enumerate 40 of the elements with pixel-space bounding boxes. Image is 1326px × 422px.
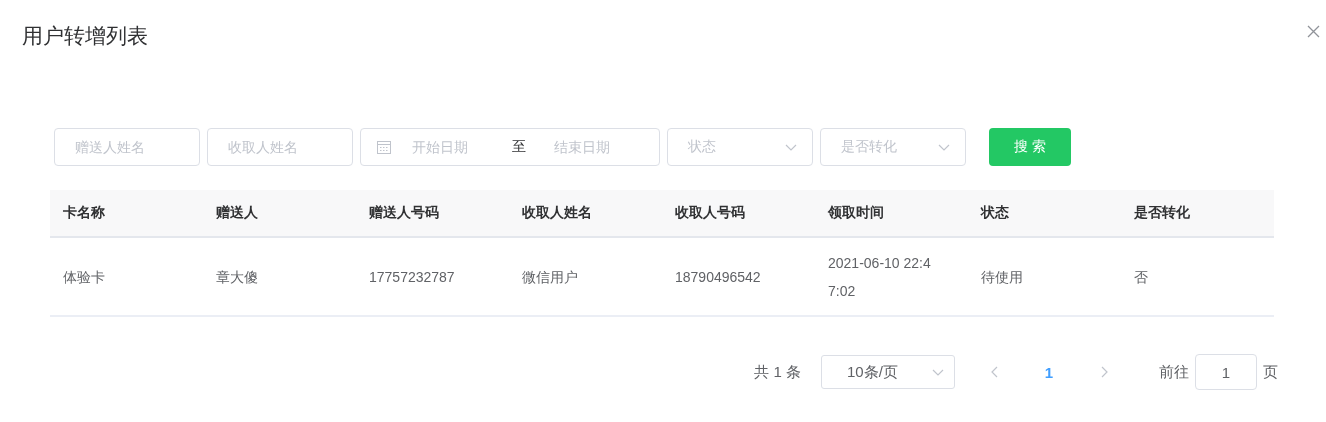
column-header: 领取时间 xyxy=(815,190,968,237)
column-header: 卡名称 xyxy=(50,190,203,237)
table-cell-text: 否 xyxy=(1134,267,1148,287)
close-icon xyxy=(1307,25,1320,38)
column-header: 赠送人号码 xyxy=(356,190,509,237)
table-cell-text: 2021-06-10 22:47:02 xyxy=(828,253,932,301)
chevron-down-icon xyxy=(932,368,944,376)
column-header: 是否转化 xyxy=(1121,190,1274,237)
chevron-down-icon xyxy=(938,143,950,151)
table-cell-text: 微信用户 xyxy=(522,267,578,287)
goto-label: 前往 xyxy=(1159,362,1189,382)
table-cell-text: 待使用 xyxy=(981,267,1023,287)
calendar-icon xyxy=(376,139,392,155)
page-size-select[interactable]: 10条/页 xyxy=(821,355,955,389)
chevron-down-icon xyxy=(785,143,797,151)
table-cell-text: 18790496542 xyxy=(675,267,761,287)
column-header: 收取人号码 xyxy=(662,190,815,237)
input-field[interactable]: 收取人姓名 xyxy=(207,128,353,166)
input-field[interactable]: 赠送人姓名 xyxy=(54,128,200,166)
chevron-left-icon xyxy=(990,366,998,378)
column-header: 赠送人 xyxy=(203,190,356,237)
start-date-input[interactable]: 开始日期 xyxy=(392,139,512,155)
column-header: 收取人姓名 xyxy=(509,190,662,237)
select-field[interactable]: 状态 xyxy=(667,128,813,166)
table-cell-text: 章大傻 xyxy=(216,267,258,287)
page-suffix: 页 xyxy=(1263,362,1278,382)
total-count: 共 1 条 xyxy=(754,362,801,382)
column-header: 状态 xyxy=(968,190,1121,237)
range-separator: 至 xyxy=(512,138,527,156)
page-input[interactable]: 1 xyxy=(1195,354,1257,390)
date-range-field[interactable]: 开始日期 至 结束日期 xyxy=(360,128,660,166)
page-number[interactable]: 1 xyxy=(1029,362,1069,382)
chevron-right-icon xyxy=(1100,366,1108,378)
select-field[interactable]: 是否转化 xyxy=(820,128,966,166)
end-date-input[interactable]: 结束日期 xyxy=(534,139,654,155)
table-cell-text: 体验卡 xyxy=(63,267,105,287)
search-button[interactable]: 搜 索 xyxy=(989,128,1071,166)
table-cell-text: 17757232787 xyxy=(369,267,455,287)
dialog-title: 用户转增列表 xyxy=(22,23,148,49)
close-button[interactable] xyxy=(1305,23,1322,40)
